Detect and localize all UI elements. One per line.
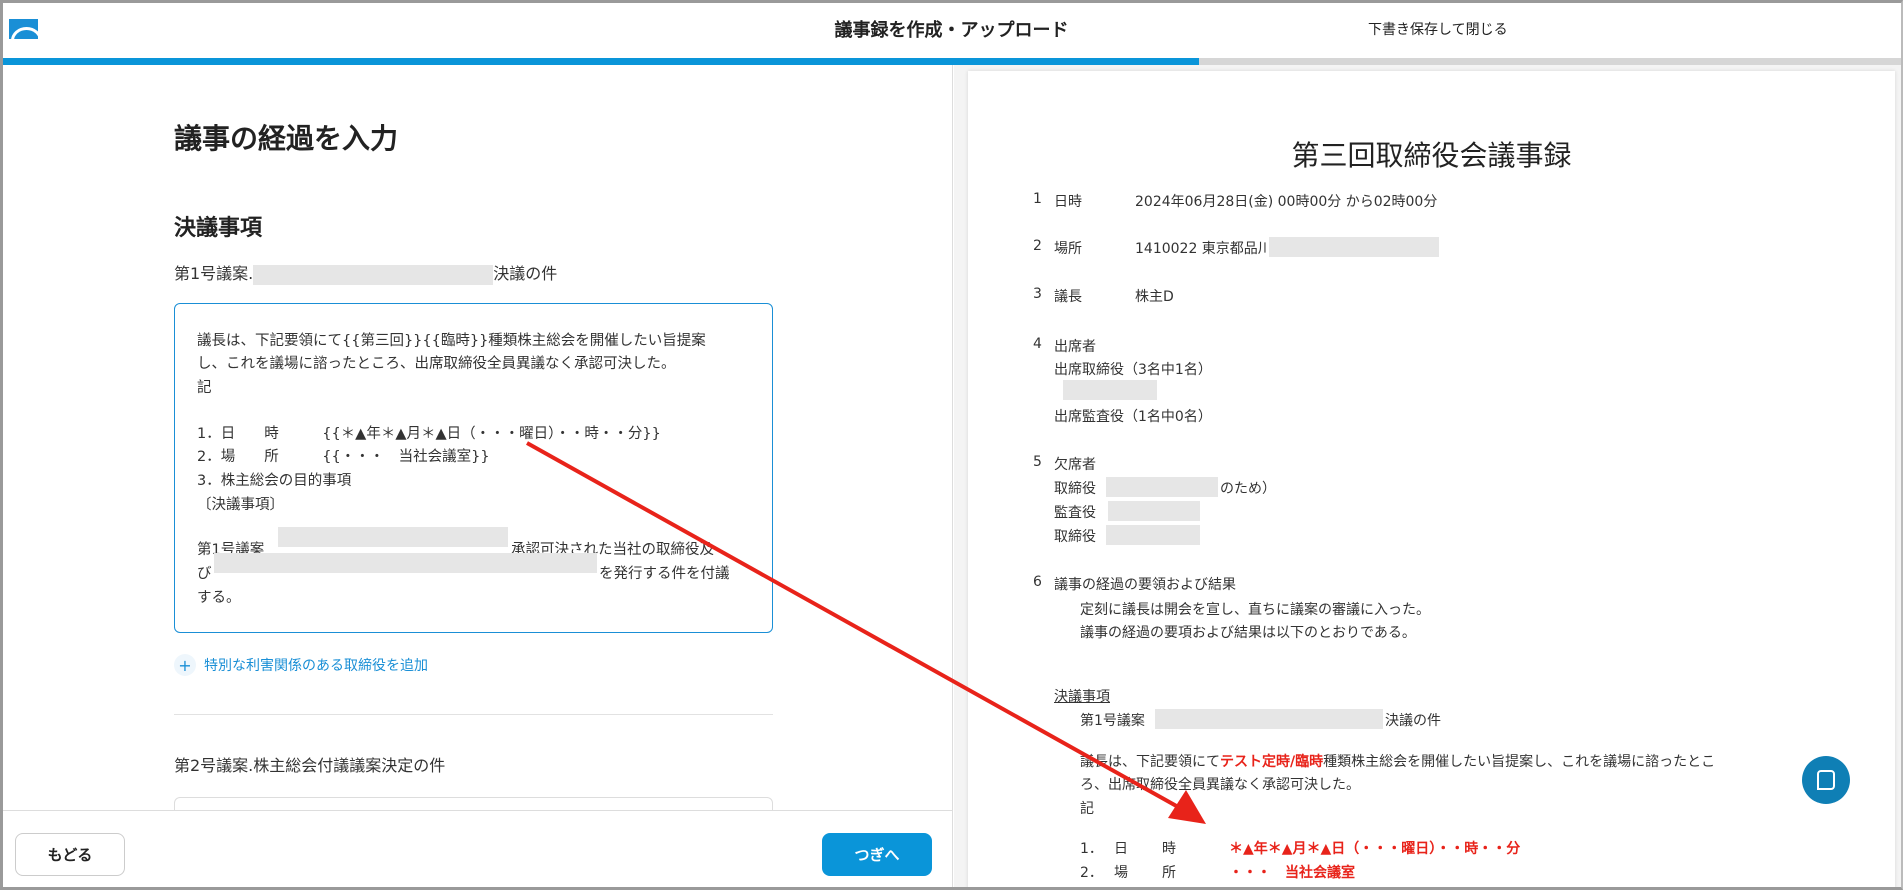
item-number: 6: [1033, 574, 1042, 590]
page-title: 議事の経過を入力: [174, 122, 399, 155]
item-number: 1: [1033, 191, 1042, 207]
redacted-block: [1108, 501, 1200, 521]
redacted-block: [1063, 380, 1157, 400]
textarea-line: する。: [197, 590, 241, 606]
row-label: 時: [1162, 841, 1176, 857]
resolutions-heading: 決議事項: [1054, 689, 1110, 705]
highlighted-value: テスト定時/臨時: [1220, 754, 1324, 770]
redacted-block: [278, 527, 508, 547]
row-label: 所: [1162, 865, 1176, 881]
save-draft-close-button[interactable]: 下書き保存して閉じる: [1368, 19, 1508, 39]
ki-text: 記: [1080, 801, 1094, 817]
highlighted-value: ＊▲年＊▲月＊▲日（・・・曜日）・・時・・分: [1229, 841, 1521, 857]
divider: [174, 714, 773, 715]
item2-label: 第2号議案.株主総会付議議案決定の件: [174, 756, 446, 775]
textarea-line: び: [197, 566, 212, 582]
item-label: 出席者: [1054, 339, 1096, 355]
row-number: 2．: [1080, 865, 1103, 881]
redacted-block: [214, 553, 597, 573]
progress-bar: [0, 58, 1903, 65]
textarea-line: 2．場 所 {{・・・ 当社会議室}}: [197, 449, 490, 465]
back-button[interactable]: もどる: [15, 833, 125, 876]
item-number: 2: [1033, 238, 1042, 254]
para-text: ろ、出席取締役全員異議なく承認可決した。: [1080, 777, 1360, 793]
header: 議事録を作成・アップロード 下書き保存して閉じる: [0, 0, 1903, 58]
row-label: 日: [1114, 841, 1128, 857]
item1-label-prefix: 第1号議案.: [174, 264, 254, 283]
preview-pane[interactable]: 第三回取締役会議事録 1 日時 2024年06月28日(金) 00時00分 から…: [954, 65, 1903, 890]
item-number: 5: [1033, 454, 1042, 470]
page-header-title: 議事録を作成・アップロード: [834, 20, 1069, 41]
document-title: 第三回取締役会議事録: [1291, 139, 1572, 172]
resolution1-prefix: 第1号議案: [1080, 713, 1145, 729]
resolution-paragraph: 議長は、下記要領にてテスト定時/臨時種類株主総会を開催したい旨提案し、これを議場…: [1080, 751, 1715, 771]
textarea-line: し、これを議場に諮ったところ、出席取締役全員異議なく承認可決した。: [197, 356, 676, 372]
proceedings-text: 定刻に議長は開会を宣し、直ちに議案の審議に入った。: [1080, 602, 1430, 618]
item-label: 議事の経過の要領および結果: [1054, 577, 1236, 593]
absent-director: 取締役: [1054, 529, 1096, 545]
item-value: 1410022 東京都品川区: [1135, 241, 1286, 257]
redacted-block: [1155, 709, 1383, 729]
item1-label-suffix: 決議の件: [493, 264, 558, 283]
minutes-document-preview: 第三回取締役会議事録 1 日時 2024年06月28日(金) 00時00分 から…: [968, 71, 1895, 890]
absent-director: 取締役: [1054, 481, 1096, 497]
textarea-line: を発行する件を付議: [599, 566, 730, 582]
add-link-label: 特別な利害関係のある取締役を追加: [204, 658, 428, 674]
progress-fill: [0, 58, 1199, 65]
item-label: 場所: [1054, 241, 1082, 257]
row-label: 場: [1114, 865, 1128, 881]
item-number: 3: [1033, 286, 1042, 302]
para-text: 議長は、下記要領にて: [1080, 754, 1220, 770]
item1-textarea[interactable]: 議長は、下記要領にて{{第三回}}{{臨時}}種類株主総会を開催したい旨提案 し…: [174, 303, 773, 633]
textarea-line: 議長は、下記要領にて{{第三回}}{{臨時}}種類株主総会を開催したい旨提案: [197, 333, 706, 349]
textarea-line: 3．株主総会の目的事項: [197, 473, 352, 489]
textarea-line: 1．日 時 {{＊▲年＊▲月＊▲日（・・・曜日）・・時・・分}}: [197, 426, 661, 442]
textarea-line: 〔決議事項〕: [197, 497, 284, 513]
item-label: 議長: [1054, 289, 1082, 305]
chat-support-button[interactable]: [1802, 756, 1850, 804]
item2-textarea[interactable]: [174, 797, 773, 810]
chat-bubble-icon: [1817, 770, 1835, 790]
editor-pane: 議事の経過を入力 決議事項 第1号議案. 決議の件 議長は、下記要領にて{{第三回…: [0, 65, 953, 810]
proceedings-text: 議事の経過の要項および結果は以下のとおりである。: [1080, 625, 1416, 641]
add-interested-director-link[interactable]: + 特別な利害関係のある取締役を追加: [174, 654, 428, 676]
footer: もどる つぎへ: [0, 810, 953, 890]
row-number: 1．: [1080, 841, 1103, 857]
item-value: 株主D: [1135, 289, 1174, 305]
item-label: 日時: [1054, 194, 1082, 210]
redacted-block: [1106, 525, 1200, 545]
redacted-block: [1269, 237, 1439, 257]
item-label: 欠席者: [1054, 457, 1096, 473]
item1-label: 第1号議案. 決議の件: [174, 260, 557, 285]
absent-auditor: 監査役: [1054, 505, 1096, 521]
item-value: 2024年06月28日(金) 00時00分 から02時00分: [1135, 194, 1438, 210]
plus-icon: +: [174, 654, 196, 676]
para-text: 種類株主総会を開催したい旨提案し、これを議場に諮ったとこ: [1323, 754, 1716, 770]
absent-reason: のため）: [1220, 481, 1276, 497]
textarea-line: 記: [197, 380, 212, 396]
item-number: 4: [1033, 336, 1042, 352]
redacted-block: [1106, 477, 1218, 497]
attending-directors: 出席取締役（3名中1名）: [1054, 362, 1212, 378]
resolution1-suffix: 決議の件: [1385, 713, 1441, 729]
section-title: 決議事項: [174, 216, 263, 241]
highlighted-value: ・・・ 当社会議室: [1229, 865, 1355, 881]
attending-auditors: 出席監査役（1名中0名）: [1054, 409, 1212, 425]
next-button[interactable]: つぎへ: [822, 833, 932, 876]
redacted-block: [253, 264, 494, 285]
